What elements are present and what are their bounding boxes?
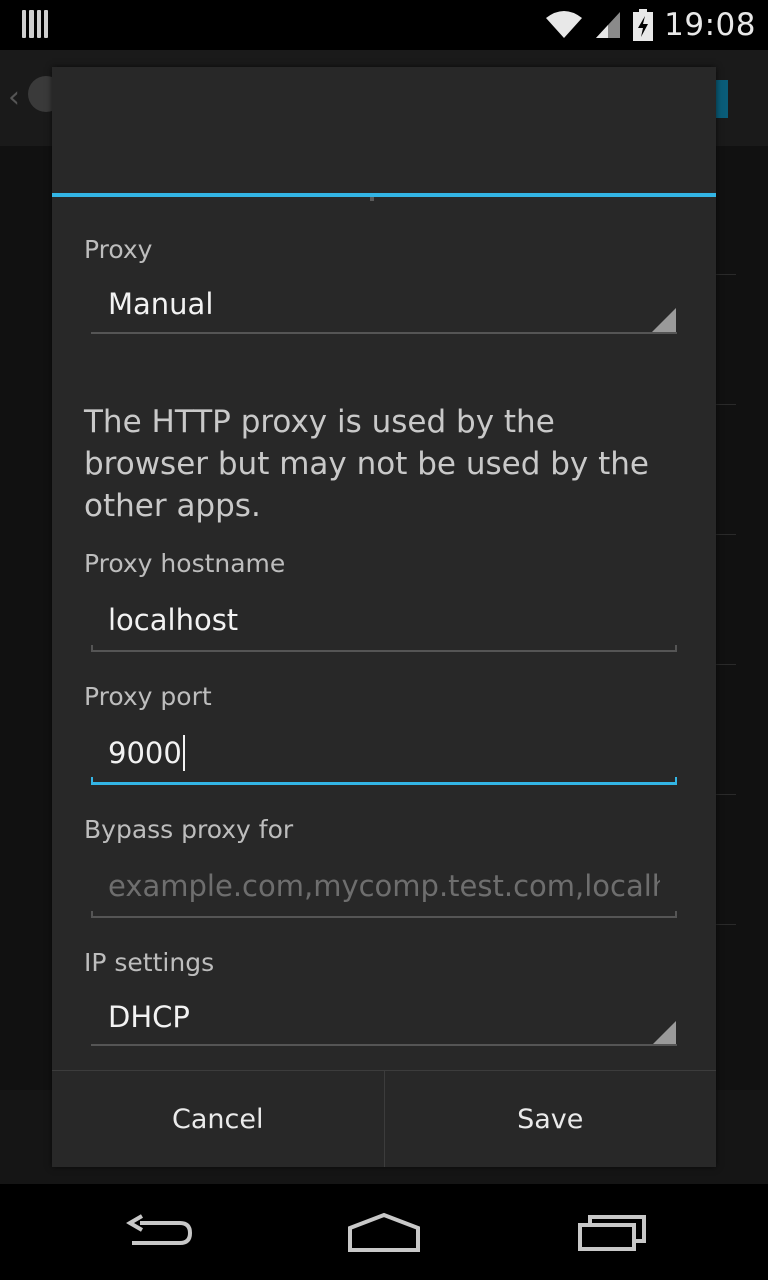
proxy-spinner-value: Manual <box>108 287 214 321</box>
notification-bars-icon <box>22 10 48 38</box>
ip-settings-underline <box>91 1044 677 1046</box>
back-button[interactable] <box>110 1208 210 1258</box>
text-cursor <box>182 735 185 771</box>
proxy-port-underline <box>91 777 677 785</box>
save-button[interactable]: Save <box>384 1071 716 1167</box>
back-icon <box>126 1214 193 1245</box>
proxy-label: Proxy <box>84 235 153 264</box>
clock: 19:08 <box>664 7 756 43</box>
cell-signal-icon <box>596 12 621 38</box>
proxy-port-value: 9000 <box>108 736 182 770</box>
proxy-help-text: The HTTP proxy is used by the browser bu… <box>84 404 649 524</box>
status-icons: 19:08 <box>544 0 756 50</box>
home-icon <box>348 1212 420 1252</box>
spinner-dropdown-icon <box>652 1021 676 1045</box>
up-caret-icon: ‹ <box>8 80 20 115</box>
title-divider-nub <box>370 197 374 201</box>
bypass-proxy-underline <box>91 911 677 918</box>
proxy-settings-dialog: Proxy Manual The HTTP proxy is used by t… <box>52 67 716 1167</box>
wifi-icon <box>546 11 583 38</box>
proxy-spinner-underline <box>91 332 677 334</box>
recent-apps-button[interactable] <box>562 1208 662 1258</box>
home-button[interactable] <box>334 1208 434 1258</box>
bypass-proxy-label: Bypass proxy for <box>84 815 294 844</box>
status-bar: 19:08 <box>0 0 768 50</box>
proxy-hostname-label: Proxy hostname <box>84 549 286 578</box>
title-divider <box>52 193 716 197</box>
navigation-bar <box>0 1184 768 1280</box>
spinner-dropdown-icon <box>652 308 676 332</box>
proxy-port-field: 9000 <box>108 735 185 771</box>
proxy-hostname-underline <box>91 645 677 652</box>
dialog-title-area <box>52 67 716 195</box>
recent-apps-icon <box>578 1215 646 1251</box>
ip-settings-value: DHCP <box>108 1000 190 1034</box>
bypass-proxy-placeholder: example.com,mycomp.test.com,localhost <box>108 869 660 903</box>
battery-charging-icon <box>633 9 654 41</box>
dialog-button-bar: Cancel Save <box>52 1070 716 1167</box>
proxy-hostname-value: localhost <box>108 603 239 637</box>
proxy-port-label: Proxy port <box>84 682 212 711</box>
ip-settings-label: IP settings <box>84 948 215 977</box>
cancel-button[interactable]: Cancel <box>52 1071 384 1167</box>
